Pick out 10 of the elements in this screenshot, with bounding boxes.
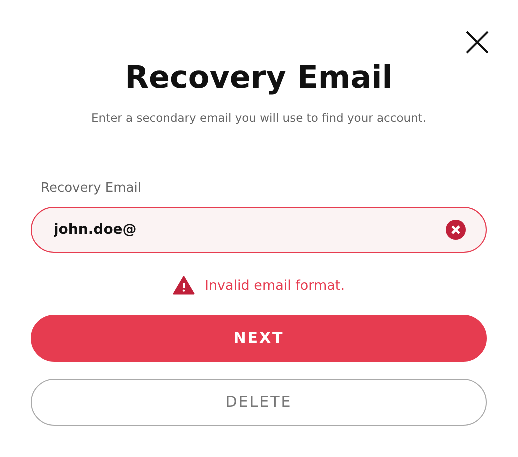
dialog-title: Recovery Email [125,59,393,98]
next-button[interactable]: NEXT [31,315,487,362]
error-message: Invalid email format. [204,276,346,296]
delete-button[interactable]: DELETE [31,379,487,426]
clear-icon[interactable] [446,220,466,240]
warning-icon [172,276,195,296]
dialog-subtitle: Enter a secondary email you will use to find your account. [92,110,426,127]
field-label: Recovery Email [41,180,142,198]
close-icon [466,30,488,54]
close-button[interactable] [465,30,489,54]
